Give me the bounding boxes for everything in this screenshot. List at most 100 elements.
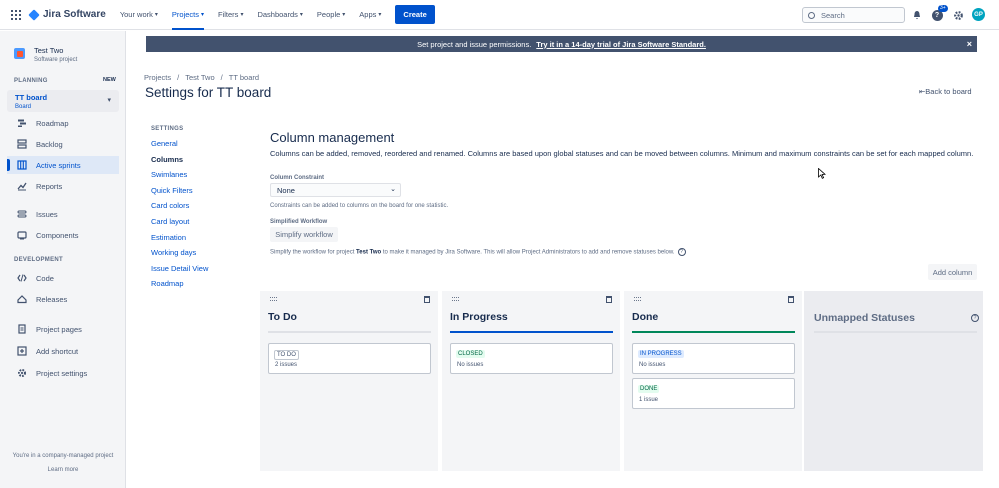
project-header[interactable]: Test Two Software project xyxy=(14,46,77,63)
column-bar xyxy=(450,331,613,333)
simplify-hint-project: Test Two xyxy=(356,249,382,256)
back-to-board-link[interactable]: ⇤Back to board xyxy=(919,87,972,96)
board-name: TT board xyxy=(15,93,48,102)
status-card[interactable]: DONE 1 issue xyxy=(632,378,795,409)
app-switcher-icon[interactable] xyxy=(11,9,21,20)
releases-icon xyxy=(17,294,27,304)
settings-nav-working-days[interactable]: Working days xyxy=(151,248,208,264)
learn-more-link[interactable]: Learn more xyxy=(0,467,126,473)
settings-nav-roadmap[interactable]: Roadmap xyxy=(151,279,208,295)
sidebar-item-backlog[interactable]: Backlog xyxy=(7,135,119,153)
sidebar-item-roadmap[interactable]: Roadmap xyxy=(7,114,119,132)
sidebar-item-reports[interactable]: Reports xyxy=(7,177,119,195)
chevron-down-icon: ▾ xyxy=(378,12,382,18)
column-constraint-select[interactable]: None ⌄ xyxy=(270,183,401,197)
status-lozenge: CLOSED xyxy=(456,350,485,358)
notifications-icon[interactable] xyxy=(911,9,923,21)
trash-icon[interactable] xyxy=(606,296,612,303)
chevron-down-icon: ▾ xyxy=(107,97,111,104)
chevron-down-icon: ▾ xyxy=(240,12,244,18)
project-avatar xyxy=(14,48,25,59)
simplify-workflow-button[interactable]: Simplify workflow xyxy=(270,227,338,242)
settings-gear-icon[interactable] xyxy=(952,9,964,21)
status-card[interactable]: TO DO 2 issues xyxy=(268,343,431,374)
drag-handle-icon[interactable] xyxy=(634,297,643,302)
jira-logo[interactable]: Jira Software xyxy=(29,9,106,20)
status-lozenge: TO DO xyxy=(274,350,299,360)
status-card[interactable]: IN PROGRESS No issues xyxy=(632,343,795,374)
sidebar-item-components[interactable]: Components xyxy=(7,226,119,244)
backlog-icon xyxy=(17,139,27,149)
column-bar xyxy=(632,331,795,333)
mouse-cursor-icon xyxy=(818,168,826,179)
issue-count: 2 issues xyxy=(275,362,298,368)
trash-icon[interactable] xyxy=(424,296,430,303)
column-name[interactable]: To Do xyxy=(268,311,297,323)
issue-count: 1 issue xyxy=(639,397,659,403)
board-icon xyxy=(17,160,27,170)
user-avatar[interactable]: GP xyxy=(972,8,985,21)
sidebar-item-active-sprints[interactable]: Active sprints xyxy=(7,156,119,174)
gear-icon xyxy=(17,368,27,378)
banner-trial-link[interactable]: Try it in a 14-day trial of Jira Softwar… xyxy=(536,40,706,49)
settings-nav-issue-detail-view[interactable]: Issue Detail View xyxy=(151,264,208,280)
sidebar-item-project-settings[interactable]: Project settings xyxy=(7,364,119,382)
development-label: DEVELOPMENT xyxy=(14,257,63,263)
sidebar-item-add-shortcut[interactable]: Add shortcut xyxy=(7,342,119,360)
nav-your-work[interactable]: Your work ▾ xyxy=(120,0,158,30)
breadcrumb-board[interactable]: TT board xyxy=(229,73,259,82)
nav-apps[interactable]: Apps ▾ xyxy=(359,0,381,30)
help-icon[interactable]: ? xyxy=(971,314,979,322)
settings-nav-general[interactable]: General xyxy=(151,139,208,155)
nav-projects[interactable]: Projects ▾ xyxy=(171,0,205,30)
status-lozenge: IN PROGRESS xyxy=(638,350,684,358)
project-name: Test Two xyxy=(34,46,64,55)
chevron-down-icon: ▾ xyxy=(299,12,303,18)
sidebar-item-code[interactable]: Code xyxy=(7,269,119,287)
status-card[interactable]: CLOSED No issues xyxy=(450,343,613,374)
settings-nav-card-layout[interactable]: Card layout xyxy=(151,217,208,233)
sidebar-item-project-pages[interactable]: Project pages xyxy=(7,320,119,338)
search-input[interactable]: Search xyxy=(802,7,905,23)
planning-label: PLANNING xyxy=(14,78,48,84)
column-name[interactable]: Done xyxy=(632,311,658,323)
project-sidebar: Test Two Software project PLANNING NEW T… xyxy=(0,31,126,488)
search-placeholder: Search xyxy=(821,10,845,20)
sidebar-item-releases[interactable]: Releases xyxy=(7,290,119,308)
nav-people[interactable]: People ▾ xyxy=(317,0,345,30)
nav-filters[interactable]: Filters ▾ xyxy=(218,0,243,30)
settings-nav: SETTINGS General Columns Swimlanes Quick… xyxy=(151,126,208,295)
help-icon[interactable]: ? xyxy=(677,248,686,256)
sidebar-item-issues[interactable]: Issues xyxy=(7,205,119,223)
drag-handle-icon[interactable] xyxy=(452,297,461,302)
nav-dashboards[interactable]: Dashboards ▾ xyxy=(257,0,302,30)
trash-icon[interactable] xyxy=(788,296,794,303)
simplified-workflow-label: Simplified Workflow xyxy=(270,219,328,225)
close-icon[interactable]: × xyxy=(967,39,972,49)
column-bar xyxy=(814,331,977,333)
breadcrumb-projects[interactable]: Projects xyxy=(144,73,171,82)
settings-nav-card-colors[interactable]: Card colors xyxy=(151,201,208,217)
page-title: Settings for TT board xyxy=(145,85,272,100)
section-title: Column management xyxy=(270,130,395,145)
column-name[interactable]: In Progress xyxy=(450,311,508,323)
settings-nav-header: SETTINGS xyxy=(151,126,184,132)
board-selector[interactable]: TT board Board ▾ xyxy=(7,90,119,112)
settings-nav-quick-filters[interactable]: Quick Filters xyxy=(151,186,208,202)
column-to-do: To Do TO DO 2 issues xyxy=(260,291,438,471)
column-done: Done IN PROGRESS No issues DONE 1 issue xyxy=(624,291,802,471)
settings-nav-swimlanes[interactable]: Swimlanes xyxy=(151,170,208,186)
drag-handle-icon[interactable] xyxy=(270,297,279,302)
breadcrumb-project[interactable]: Test Two xyxy=(185,73,214,82)
chevron-down-icon: ▾ xyxy=(154,12,158,18)
add-column-button[interactable]: Add column xyxy=(928,264,977,280)
settings-nav-estimation[interactable]: Estimation xyxy=(151,233,208,249)
product-name: Jira Software xyxy=(43,9,106,20)
search-icon xyxy=(808,11,815,19)
issue-count: No issues xyxy=(457,362,484,368)
section-description: Columns can be added, removed, reordered… xyxy=(270,149,974,158)
simplify-hint: Simplify the workflow for project Test T… xyxy=(270,248,686,256)
create-button[interactable]: Create xyxy=(395,5,435,24)
settings-nav-columns[interactable]: Columns xyxy=(151,155,208,171)
breadcrumb: Projects / Test Two / TT board xyxy=(144,73,260,82)
